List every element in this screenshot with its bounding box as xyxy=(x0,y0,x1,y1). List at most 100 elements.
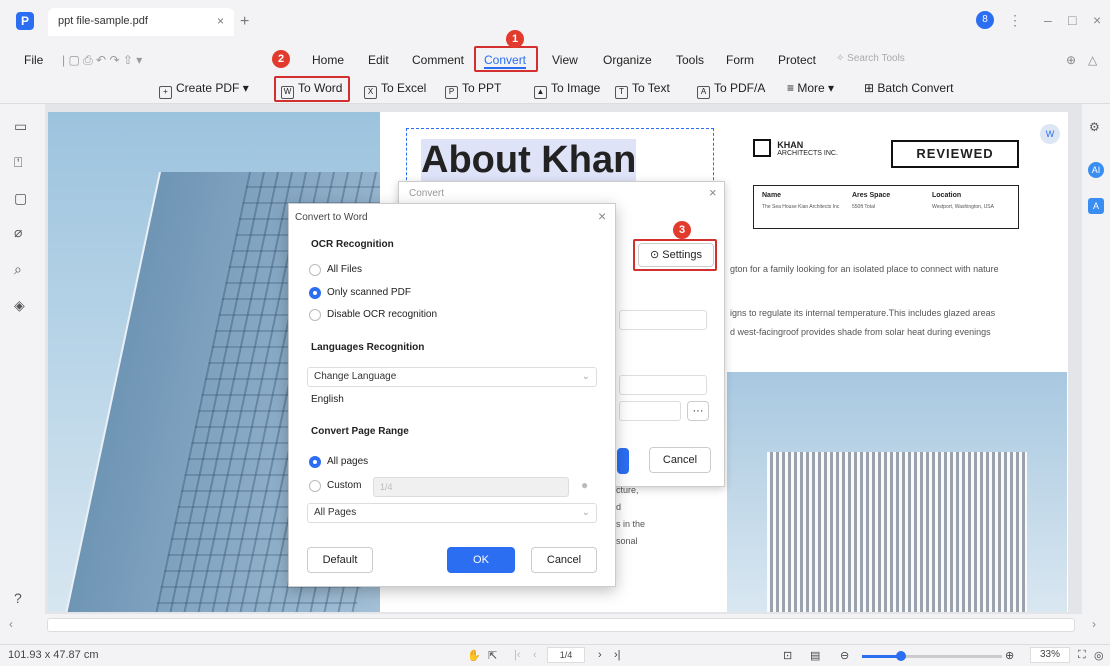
fullscreen-icon[interactable]: ⛶ xyxy=(1078,649,1086,662)
info-icon[interactable]: ● xyxy=(581,478,588,492)
convert-select[interactable] xyxy=(619,375,707,395)
zoom-slider-fill xyxy=(862,655,900,658)
comment-icon[interactable]: ▢ xyxy=(14,190,27,207)
menu-view[interactable]: View xyxy=(552,53,578,67)
last-page-icon[interactable]: ›| xyxy=(614,649,621,661)
dialog-close-icon[interactable]: × xyxy=(598,208,606,224)
to-ppt-button[interactable]: P To PPT xyxy=(445,81,501,99)
convert-cancel-button[interactable]: Cancel xyxy=(649,447,711,473)
fit-width-icon[interactable]: ⊡ xyxy=(783,649,792,662)
all-pages-radio[interactable] xyxy=(309,456,321,468)
bookmark-icon[interactable]: ⍞ xyxy=(14,154,22,171)
tab-close-icon[interactable]: × xyxy=(217,14,224,28)
chevron-down-icon: ⌄ xyxy=(581,507,590,518)
help-icon[interactable]: ? xyxy=(14,590,22,606)
menu-edit[interactable]: Edit xyxy=(368,53,389,67)
prev-page-icon[interactable]: ‹ xyxy=(533,649,537,661)
next-page-icon[interactable]: › xyxy=(598,649,602,661)
scroll-thumb[interactable] xyxy=(47,618,1075,632)
browse-button[interactable]: ··· xyxy=(687,401,709,421)
scroll-right-icon[interactable]: › xyxy=(1092,617,1096,631)
page-subset-select[interactable]: All Pages ⌄ xyxy=(307,503,597,523)
menu-home[interactable]: Home xyxy=(312,53,344,67)
to-text-button[interactable]: T To Text xyxy=(615,81,670,99)
custom-radio[interactable] xyxy=(309,480,321,492)
file-menu[interactable]: File xyxy=(24,53,43,67)
document-tab[interactable]: ppt file-sample.pdf × xyxy=(48,8,234,36)
hand-tool-icon[interactable]: ✋ xyxy=(467,649,481,662)
all-pages-label: All pages xyxy=(327,456,369,467)
new-tab-icon[interactable]: + xyxy=(240,13,249,31)
convert-button[interactable] xyxy=(617,448,629,474)
menu-form[interactable]: Form xyxy=(726,53,754,67)
menu-tools[interactable]: Tools xyxy=(676,53,704,67)
batch-convert-button[interactable]: ⊞ Batch Convert xyxy=(864,81,953,95)
avatar[interactable]: 8 xyxy=(976,11,994,29)
disable-ocr-label: Disable OCR recognition xyxy=(327,309,438,320)
word-conversion-float-icon[interactable]: W xyxy=(1040,124,1060,144)
properties-icon[interactable]: ⚙ xyxy=(1089,120,1100,134)
to-image-button[interactable]: ▲ To Image xyxy=(534,81,600,99)
quick-tools-icons[interactable]: | ▢ ⎙ ↶ ↷ ⇧ ▾ xyxy=(62,53,142,68)
info-table: Name Ares Space Location The Sea House K… xyxy=(753,185,1019,229)
horizontal-scrollbar[interactable]: ‹ › xyxy=(9,614,1096,636)
custom-range-input[interactable]: 1/4 xyxy=(373,477,569,497)
select-tool-icon[interactable]: ⇱ xyxy=(488,649,497,662)
zoom-out-icon[interactable]: ⊖ xyxy=(840,649,849,662)
layers-icon[interactable]: ◈ xyxy=(14,297,25,314)
left-sidebar: ▭ ⍞ ▢ ⌀ ⌕ ◈ ? xyxy=(0,104,45,614)
attachment-icon[interactable]: ⌀ xyxy=(14,224,22,241)
search-tools-label: Search Tools xyxy=(847,53,905,64)
menu-comment[interactable]: Comment xyxy=(412,53,464,67)
to-pdfa-button[interactable]: A To PDF/A xyxy=(697,81,765,99)
search-tools[interactable]: ✧ Search Tools xyxy=(836,53,905,64)
menu-protect[interactable]: Protect xyxy=(778,53,816,67)
read-mode-icon[interactable]: ◎ xyxy=(1094,649,1104,662)
thumbnail-icon[interactable]: ▭ xyxy=(14,118,27,135)
page-heading: About Khan xyxy=(421,139,637,182)
minimize-icon[interactable]: – xyxy=(1044,12,1052,28)
brand-line1: KHAN xyxy=(777,139,804,150)
ok-button[interactable]: OK xyxy=(447,547,515,573)
create-pdf-icon: + xyxy=(159,86,172,99)
all-files-radio[interactable] xyxy=(309,264,321,276)
zoom-level-select[interactable]: 33% xyxy=(1030,647,1070,663)
ai-assistant-icon[interactable]: AI xyxy=(1088,162,1104,178)
menu-bar: File | ▢ ⎙ ↶ ↷ ⇧ ▾ Home Edit Comment Con… xyxy=(0,44,1110,74)
collapse-ribbon-icon[interactable]: △ xyxy=(1088,53,1097,67)
maximize-icon[interactable]: □ xyxy=(1068,12,1076,28)
more-menu-icon[interactable]: ⋮ xyxy=(1008,12,1022,29)
more-button[interactable]: ≡ More ▾ xyxy=(787,81,834,95)
output-folder-field[interactable] xyxy=(619,401,681,421)
search-panel-icon[interactable]: ⌕ xyxy=(14,261,22,278)
convert-dialog-close-icon[interactable]: × xyxy=(709,185,717,200)
change-language-select[interactable]: Change Language ⌄ xyxy=(307,367,597,387)
menu-organize[interactable]: Organize xyxy=(603,53,652,67)
zoom-slider-handle[interactable] xyxy=(896,651,906,661)
disable-ocr-radio[interactable] xyxy=(309,309,321,321)
highlight-settings xyxy=(633,239,717,271)
zoom-in-icon[interactable]: ⊕ xyxy=(1005,649,1014,662)
close-window-icon[interactable]: × xyxy=(1093,12,1101,28)
brand-line2: ARCHITECTS INC. xyxy=(777,149,838,157)
to-text-label: To Text xyxy=(632,81,670,95)
only-scanned-radio[interactable] xyxy=(309,287,321,299)
zoom-slider[interactable] xyxy=(862,651,1002,661)
ai-translate-icon[interactable]: A xyxy=(1088,198,1104,214)
step-badge-1: 1 xyxy=(506,30,524,48)
page-layout-icon[interactable]: ▤ xyxy=(810,649,820,662)
page-number-input[interactable]: 1/4 xyxy=(547,647,585,663)
batch-icon: ⊞ xyxy=(864,81,878,95)
brand-mark-icon xyxy=(753,139,771,157)
to-ppt-label: To PPT xyxy=(462,81,502,95)
share-icon[interactable]: ⊕ xyxy=(1066,53,1076,67)
more-lines-icon: ≡ xyxy=(787,81,798,95)
first-page-icon[interactable]: |‹ xyxy=(514,649,521,661)
convert-field[interactable] xyxy=(619,310,707,330)
cancel-button[interactable]: Cancel xyxy=(531,547,597,573)
scroll-left-icon[interactable]: ‹ xyxy=(9,617,13,631)
to-excel-button[interactable]: X To Excel xyxy=(364,81,426,99)
convert-dialog-title: Convert xyxy=(409,188,445,199)
create-pdf-button[interactable]: + Create PDF ▾ xyxy=(159,81,249,99)
default-button[interactable]: Default xyxy=(307,547,373,573)
